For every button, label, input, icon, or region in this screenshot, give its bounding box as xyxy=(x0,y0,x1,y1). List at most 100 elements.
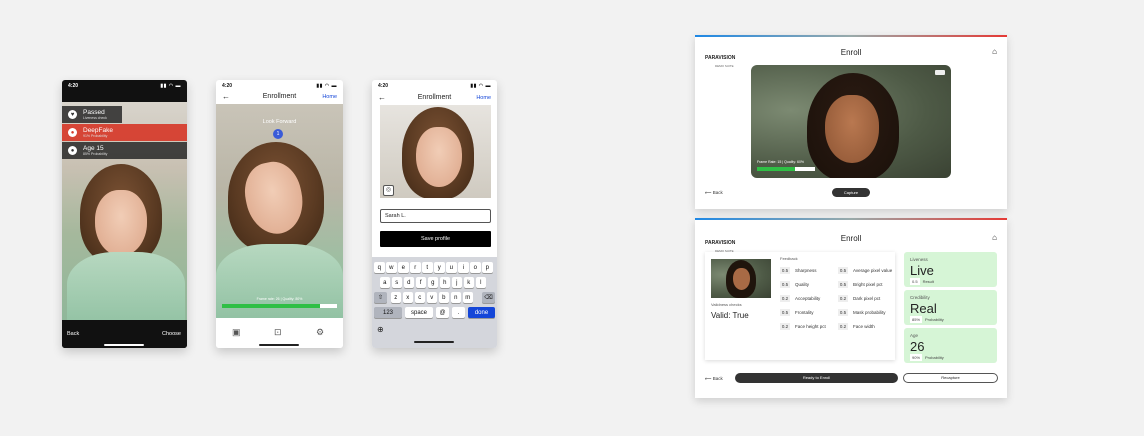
status-time: 4:20 xyxy=(378,83,389,89)
badge-title: DeepFake xyxy=(83,127,113,134)
key-b[interactable]: b xyxy=(438,292,449,303)
home-link[interactable]: Home xyxy=(476,95,491,101)
key-k[interactable]: k xyxy=(463,277,474,288)
phone-save-profile: 4:20 ▮▮ ◠ ▬ ← Enrollment Home ◎ Sarah L.… xyxy=(372,80,497,348)
face-shape xyxy=(825,95,879,163)
feedback-row: 0.5 Frontality xyxy=(780,309,814,316)
key-l[interactable]: l xyxy=(475,277,486,288)
badge-title: Age 15 xyxy=(83,145,104,152)
numbers-key[interactable]: 123 xyxy=(374,307,402,318)
settings-gear-icon[interactable]: ⚙ xyxy=(316,327,324,338)
card-sub-label: Probability xyxy=(925,317,944,322)
key-e[interactable]: e xyxy=(398,262,409,273)
recapture-button[interactable]: Recapture xyxy=(903,373,998,383)
key-d[interactable]: d xyxy=(403,277,414,288)
key-p[interactable]: p xyxy=(482,262,493,273)
back-link[interactable]: ⟵ Back xyxy=(705,190,723,196)
badge-title: Passed xyxy=(83,109,105,116)
home-link[interactable]: Home xyxy=(322,94,337,100)
key-u[interactable]: u xyxy=(446,262,457,273)
key-w[interactable]: w xyxy=(386,262,397,273)
back-label: Back xyxy=(712,190,723,195)
feedback-name: Quality xyxy=(795,282,810,287)
ready-to-enroll-button[interactable]: Ready to Enroll xyxy=(735,373,898,383)
result-photo xyxy=(711,259,771,298)
feedback-value: 0.2 xyxy=(838,295,848,302)
key-i[interactable]: i xyxy=(458,262,469,273)
at-key[interactable]: @ xyxy=(436,307,449,318)
key-c[interactable]: c xyxy=(414,292,425,303)
camera-preview: Look Forward 1 Frame rate: 26 | Quality:… xyxy=(216,104,343,318)
key-v[interactable]: v xyxy=(426,292,437,303)
badge-sub: 85% Probability xyxy=(83,152,108,156)
gallery-icon[interactable]: ▣ xyxy=(232,327,241,338)
feedback-name: Mask probability xyxy=(853,310,886,315)
name-input[interactable]: Sarah L. xyxy=(380,209,491,223)
key-n[interactable]: n xyxy=(450,292,461,303)
feedback-label: Feedback xyxy=(780,256,798,261)
key-o[interactable]: o xyxy=(470,262,481,273)
frame-quality-text: Frame rate: 26 | Quality: 80% xyxy=(256,297,303,301)
feedback-value: 0.2 xyxy=(838,323,848,330)
save-profile-button[interactable]: Save profile xyxy=(380,231,491,247)
feedback-name: Face height pct xyxy=(795,324,826,329)
key-r[interactable]: r xyxy=(410,262,421,273)
panel-title: Enroll xyxy=(840,48,862,57)
home-icon[interactable]: ⌂ xyxy=(992,233,997,242)
key-z[interactable]: z xyxy=(390,292,401,303)
globe-icon[interactable]: ⊕ xyxy=(377,325,384,334)
feedback-row: 0.2 Face height pct xyxy=(780,323,826,330)
feedback-value: 0.5 xyxy=(780,267,790,274)
camera-icon[interactable]: ◎ xyxy=(383,185,394,196)
key-m[interactable]: m xyxy=(462,292,473,303)
progress-fill xyxy=(757,167,795,171)
heart-icon: ♥ xyxy=(68,110,77,119)
name-input-value: Sarah L. xyxy=(385,213,406,219)
key-s[interactable]: s xyxy=(391,277,402,288)
card-sub-label: Result xyxy=(922,279,934,284)
key-f[interactable]: f xyxy=(415,277,426,288)
phone-liveness-result: 4:20 ▮▮ ◠ ▬ ♥ Passed Liveness check ● Dee… xyxy=(62,80,187,348)
feedback-name: Sharpness xyxy=(795,268,817,273)
key-q[interactable]: q xyxy=(374,262,385,273)
home-indicator xyxy=(104,344,144,346)
card-score: 90% xyxy=(910,354,923,361)
feedback-value: 0.5 xyxy=(838,281,848,288)
card-value: Real xyxy=(910,301,937,316)
home-icon[interactable]: ⌂ xyxy=(992,47,997,56)
back-label: Back xyxy=(712,376,723,381)
card-value: Live xyxy=(910,263,934,278)
valid-value: Valid: True xyxy=(711,311,749,320)
camera-preview: Frame Rate: 15 | Quality: 60% xyxy=(751,65,951,178)
key-t[interactable]: t xyxy=(422,262,433,273)
feedback-row: 0.5 Sharpness xyxy=(780,267,817,274)
space-key[interactable]: space xyxy=(405,307,433,318)
key-h[interactable]: h xyxy=(439,277,450,288)
panel-title: Enroll xyxy=(840,234,862,243)
back-link[interactable]: ⟵ Back xyxy=(705,376,723,382)
face-shape xyxy=(733,268,750,290)
face-id-icon[interactable]: ⊡ xyxy=(274,327,282,338)
dot-key[interactable]: . xyxy=(452,307,465,318)
top-gradient-line xyxy=(695,218,1007,220)
key-a[interactable]: a xyxy=(379,277,390,288)
delete-key-icon[interactable]: ⌫ xyxy=(482,292,495,303)
brand-sub: DEMO SUITE xyxy=(715,64,734,68)
badge-deepfake: ● DeepFake 91% Probability xyxy=(62,124,187,141)
feedback-value: 0.5 xyxy=(780,309,790,316)
capture-button[interactable]: Capture xyxy=(832,188,870,197)
signal-icons: ▮▮ ◠ ▬ xyxy=(316,83,337,89)
liveness-card: Liveness Live 0.5 Result xyxy=(904,252,997,287)
done-key[interactable]: done xyxy=(468,307,495,318)
key-j[interactable]: j xyxy=(451,277,462,288)
key-y[interactable]: y xyxy=(434,262,445,273)
shift-key-icon[interactable]: ⇧ xyxy=(374,292,387,303)
feedback-row: 0.5 Average pixel value xyxy=(838,267,892,274)
back-button[interactable]: Back xyxy=(67,331,79,337)
choose-button[interactable]: Choose xyxy=(162,331,181,337)
feedback-row: 0.2 Acceptability xyxy=(780,295,820,302)
key-g[interactable]: g xyxy=(427,277,438,288)
key-x[interactable]: x xyxy=(402,292,413,303)
alert-icon: ● xyxy=(68,128,77,137)
bottom-toolbar: ▣ ⊡ ⚙ xyxy=(216,318,343,348)
